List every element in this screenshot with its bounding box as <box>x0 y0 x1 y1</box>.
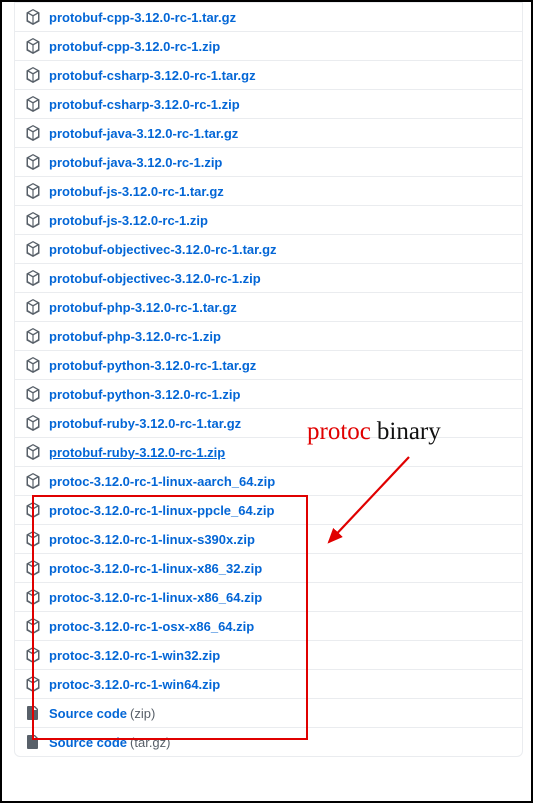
package-icon <box>25 676 41 692</box>
asset-link[interactable]: protoc-3.12.0-rc-1-osx-x86_64.zip <box>49 619 254 634</box>
package-icon <box>25 357 41 373</box>
asset-link[interactable]: Source code <box>49 735 127 750</box>
asset-row: protobuf-objectivec-3.12.0-rc-1.tar.gz <box>15 234 522 263</box>
asset-link[interactable]: protoc-3.12.0-rc-1-linux-aarch_64.zip <box>49 474 275 489</box>
asset-row: protobuf-objectivec-3.12.0-rc-1.zip <box>15 263 522 292</box>
package-icon <box>25 38 41 54</box>
asset-link[interactable]: Source code <box>49 706 127 721</box>
asset-row: protobuf-ruby-3.12.0-rc-1.tar.gz <box>15 408 522 437</box>
asset-link[interactable]: protoc-3.12.0-rc-1-linux-s390x.zip <box>49 532 255 547</box>
asset-link[interactable]: protobuf-ruby-3.12.0-rc-1.zip <box>49 445 225 460</box>
asset-row: protoc-3.12.0-rc-1-linux-x86_64.zip <box>15 582 522 611</box>
package-icon <box>25 647 41 663</box>
package-icon <box>25 212 41 228</box>
asset-row: protoc-3.12.0-rc-1-linux-s390x.zip <box>15 524 522 553</box>
package-icon <box>25 531 41 547</box>
asset-link[interactable]: protobuf-java-3.12.0-rc-1.tar.gz <box>49 126 238 141</box>
package-icon <box>25 328 41 344</box>
file-zip-icon <box>25 734 41 750</box>
package-icon <box>25 502 41 518</box>
assets-list: protobuf-cpp-3.12.0-rc-1.tar.gz protobuf-… <box>14 2 523 757</box>
asset-row: protobuf-cpp-3.12.0-rc-1.zip <box>15 31 522 60</box>
asset-row: Source code(zip) <box>15 698 522 727</box>
asset-row: protoc-3.12.0-rc-1-win64.zip <box>15 669 522 698</box>
asset-row: protobuf-ruby-3.12.0-rc-1.zip <box>15 437 522 466</box>
asset-row: protobuf-js-3.12.0-rc-1.tar.gz <box>15 176 522 205</box>
asset-link[interactable]: protobuf-cpp-3.12.0-rc-1.tar.gz <box>49 10 236 25</box>
asset-row: protoc-3.12.0-rc-1-win32.zip <box>15 640 522 669</box>
asset-row: protobuf-python-3.12.0-rc-1.zip <box>15 379 522 408</box>
asset-row: Source code(tar.gz) <box>15 727 522 756</box>
asset-row: protobuf-java-3.12.0-rc-1.zip <box>15 147 522 176</box>
asset-row: protobuf-csharp-3.12.0-rc-1.zip <box>15 89 522 118</box>
package-icon <box>25 154 41 170</box>
package-icon <box>25 125 41 141</box>
asset-link[interactable]: protobuf-cpp-3.12.0-rc-1.zip <box>49 39 220 54</box>
package-icon <box>25 415 41 431</box>
asset-row: protobuf-php-3.12.0-rc-1.tar.gz <box>15 292 522 321</box>
file-zip-icon <box>25 705 41 721</box>
package-icon <box>25 96 41 112</box>
package-icon <box>25 67 41 83</box>
asset-row: protobuf-python-3.12.0-rc-1.tar.gz <box>15 350 522 379</box>
asset-link[interactable]: protobuf-php-3.12.0-rc-1.tar.gz <box>49 300 237 315</box>
asset-row: protoc-3.12.0-rc-1-linux-ppcle_64.zip <box>15 495 522 524</box>
asset-link[interactable]: protobuf-python-3.12.0-rc-1.zip <box>49 387 240 402</box>
asset-row: protobuf-csharp-3.12.0-rc-1.tar.gz <box>15 60 522 89</box>
asset-row: protobuf-java-3.12.0-rc-1.tar.gz <box>15 118 522 147</box>
package-icon <box>25 386 41 402</box>
package-icon <box>25 241 41 257</box>
package-icon <box>25 444 41 460</box>
asset-link[interactable]: protoc-3.12.0-rc-1-linux-x86_32.zip <box>49 561 262 576</box>
asset-link[interactable]: protoc-3.12.0-rc-1-linux-x86_64.zip <box>49 590 262 605</box>
asset-link[interactable]: protoc-3.12.0-rc-1-win64.zip <box>49 677 220 692</box>
package-icon <box>25 618 41 634</box>
package-icon <box>25 589 41 605</box>
package-icon <box>25 9 41 25</box>
asset-link[interactable]: protobuf-objectivec-3.12.0-rc-1.zip <box>49 271 261 286</box>
asset-row: protobuf-js-3.12.0-rc-1.zip <box>15 205 522 234</box>
asset-row: protoc-3.12.0-rc-1-linux-aarch_64.zip <box>15 466 522 495</box>
asset-link[interactable]: protobuf-php-3.12.0-rc-1.zip <box>49 329 221 344</box>
asset-row: protoc-3.12.0-rc-1-linux-x86_32.zip <box>15 553 522 582</box>
package-icon <box>25 560 41 576</box>
asset-suffix: (zip) <box>130 706 155 721</box>
package-icon <box>25 299 41 315</box>
asset-link[interactable]: protobuf-csharp-3.12.0-rc-1.zip <box>49 97 240 112</box>
asset-link[interactable]: protobuf-ruby-3.12.0-rc-1.tar.gz <box>49 416 241 431</box>
asset-suffix: (tar.gz) <box>130 735 170 750</box>
package-icon <box>25 473 41 489</box>
package-icon <box>25 270 41 286</box>
asset-link[interactable]: protobuf-java-3.12.0-rc-1.zip <box>49 155 222 170</box>
package-icon <box>25 183 41 199</box>
asset-row: protobuf-cpp-3.12.0-rc-1.tar.gz <box>15 3 522 31</box>
asset-link[interactable]: protobuf-js-3.12.0-rc-1.zip <box>49 213 208 228</box>
asset-link[interactable]: protobuf-python-3.12.0-rc-1.tar.gz <box>49 358 256 373</box>
asset-link[interactable]: protobuf-js-3.12.0-rc-1.tar.gz <box>49 184 224 199</box>
asset-row: protoc-3.12.0-rc-1-osx-x86_64.zip <box>15 611 522 640</box>
asset-link[interactable]: protoc-3.12.0-rc-1-linux-ppcle_64.zip <box>49 503 274 518</box>
asset-link[interactable]: protobuf-csharp-3.12.0-rc-1.tar.gz <box>49 68 256 83</box>
asset-row: protobuf-php-3.12.0-rc-1.zip <box>15 321 522 350</box>
asset-link[interactable]: protoc-3.12.0-rc-1-win32.zip <box>49 648 220 663</box>
asset-link[interactable]: protobuf-objectivec-3.12.0-rc-1.tar.gz <box>49 242 277 257</box>
